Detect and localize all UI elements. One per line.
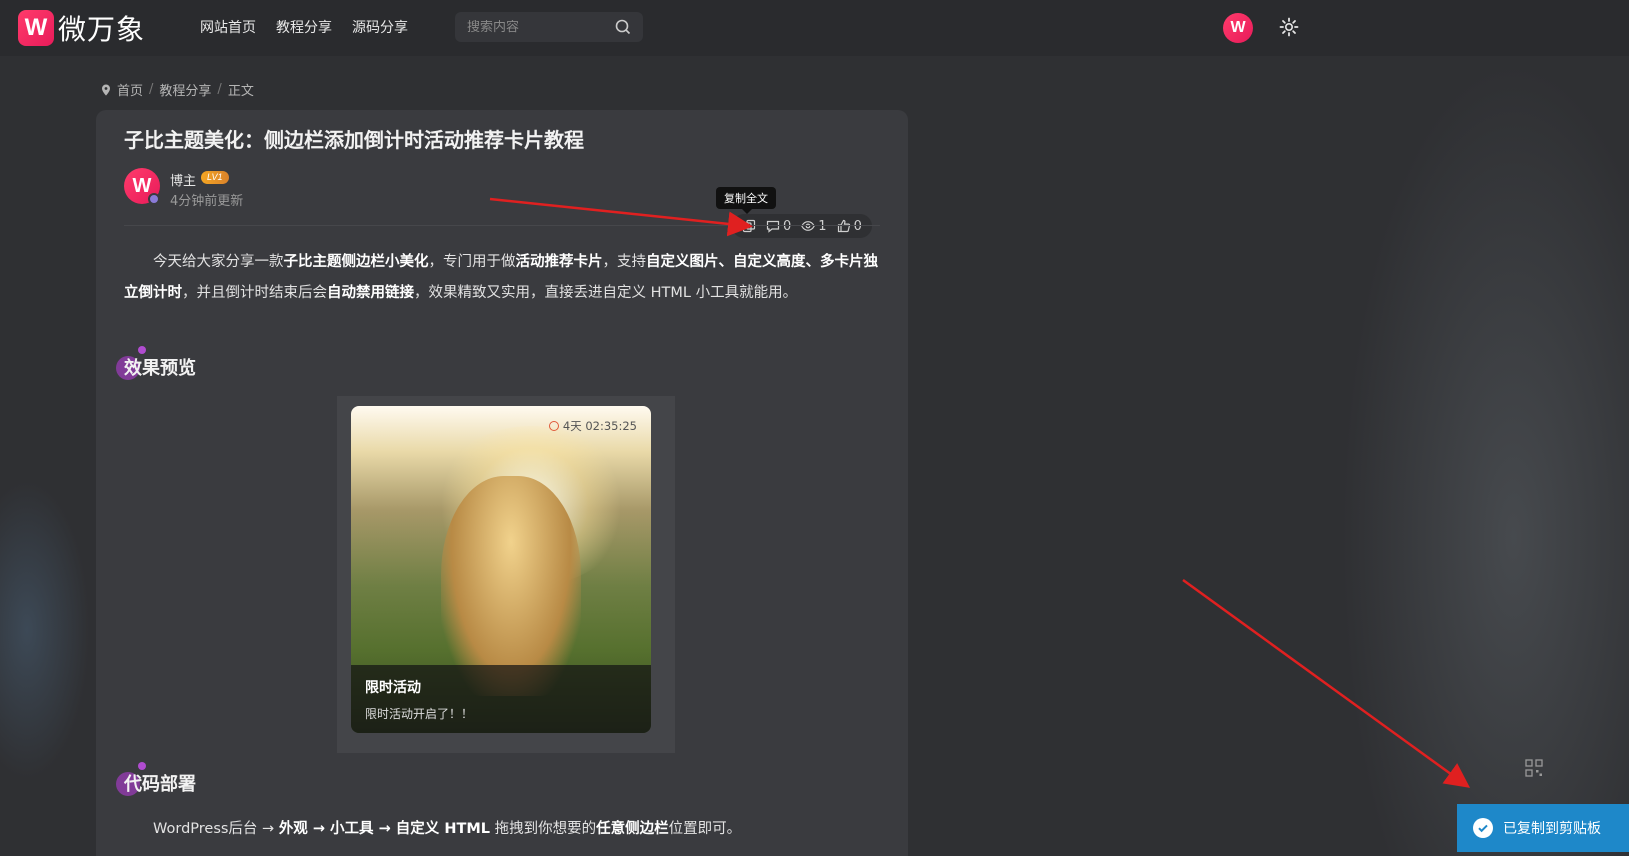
deploy-bold: 外观 → 小工具 → 自定义 HTML [278,821,491,837]
header-divider [124,225,880,226]
copy-tooltip: 复制全文 [716,187,776,214]
check-icon [1473,818,1493,838]
level-badge: LV1 [201,171,229,184]
card-caption-subtitle: 限时活动开启了！！ [365,707,474,721]
breadcrumb-category[interactable]: 教程分享 [159,80,211,99]
eye-icon [801,221,816,231]
qrcode-icon[interactable] [1525,759,1543,777]
breadcrumb-home[interactable]: 首页 [117,80,143,99]
heading-dot-decoration [138,762,146,770]
girl-photo-image [441,476,581,696]
arrow-to-toast [1182,578,1471,788]
search-input[interactable] [467,19,607,35]
left-decoration-illustration [0,480,90,780]
nav-item-home[interactable]: 网站首页 [200,17,256,37]
clock-icon [548,421,559,431]
logo-mark-icon: W [18,10,54,46]
nav-item-tutorials[interactable]: 教程分享 [276,17,332,37]
author-name[interactable]: 博主 [170,170,196,189]
location-pin-icon [102,84,110,95]
countdown-value: 4天 02:35:25 [562,419,637,433]
comment-count[interactable]: 0 [766,219,791,234]
copy-icon [742,219,756,233]
updated-time: 4分钟前更新 [170,194,244,209]
intro-text: 今天给大家分享一款 [153,254,284,270]
like-button[interactable]: 0 [837,219,862,234]
user-avatar[interactable]: W [1223,13,1253,43]
intro-text: ，效果精致又实用，直接丢进自定义 HTML 小工具就能用。 [414,285,798,301]
article-stats: 0 1 0 [732,214,872,238]
search-icon[interactable] [615,19,631,35]
nav-item-source[interactable]: 源码分享 [352,17,408,37]
thumbs-up-icon [837,219,850,233]
breadcrumb-current: 正文 [227,84,254,99]
breadcrumb: 首页 / 教程分享 / 正文 [101,80,254,99]
heading-first-char: 效 [124,358,142,379]
anime-character-illustration [1340,60,1629,856]
deploy-text: 位置即可。 [668,821,742,837]
intro-bold: 活动推荐卡片 [515,254,603,270]
heading-rest: 码部署 [142,774,196,795]
heading-dot-decoration [138,346,146,354]
toast-message: 已复制到剪贴板 [1503,821,1601,837]
intro-text: ，支持 [602,254,647,270]
preview-frame: 4天 02:35:25 限时活动 限时活动开启了！！ [337,396,675,753]
deploy-text: 拖拽到你想要的 [490,821,597,837]
top-header: W 微万象 网站首页 教程分享 源码分享 W [0,0,1629,56]
comment-icon [766,220,780,233]
section-heading-deploy: 代码部署 [116,762,196,796]
article-card: 子比主题美化：侧边栏添加倒计时活动推荐卡片教程 W 博主 LV1 4分钟前更新 … [96,110,908,856]
heading-first-char: 代 [124,774,142,795]
breadcrumb-separator: / [149,82,154,97]
section-heading-preview: 效果预览 [116,346,196,380]
breadcrumb-separator: / [217,82,222,97]
theme-toggle-gear-icon[interactable] [1279,17,1299,37]
copy-full-text-button[interactable] [742,219,756,233]
card-caption-title: 限时活动 [365,680,421,696]
intro-text: ，专门用于做 [428,254,516,270]
activity-card-preview[interactable]: 4天 02:35:25 限时活动 限时活动开启了！！ [351,406,651,733]
copied-toast: 已复制到剪贴板 [1457,804,1629,852]
heading-rest: 果预览 [142,358,196,379]
site-logo[interactable]: W 微万象 [18,9,145,47]
search-box [455,12,643,42]
main-nav: 网站首页 教程分享 源码分享 [200,17,408,37]
like-count-value: 0 [853,218,862,234]
view-count: 1 [801,218,827,234]
deploy-text: WordPress后台 → [153,821,279,837]
deploy-bold: 任意侧边栏 [596,821,669,837]
intro-bold: 子比主题侧边栏小美化 [283,254,429,270]
intro-paragraph: 今天给大家分享一款子比主题侧边栏小美化，专门用于做活动推荐卡片，支持自定义图片、… [124,247,880,309]
view-count-value: 1 [818,218,827,234]
verified-badge-icon [148,193,160,205]
deploy-paragraph: WordPress后台 → 外观 → 小工具 → 自定义 HTML 拖拽到你想要… [124,817,880,838]
comment-count-value: 0 [783,218,792,234]
article-title: 子比主题美化：侧边栏添加倒计时活动推荐卡片教程 [124,128,584,152]
intro-bold: 自动禁用链接 [327,285,414,301]
intro-text: ，并且倒计时结束后会 [182,285,327,301]
card-caption: 限时活动 限时活动开启了！！ [351,665,651,733]
countdown-timer: 4天 02:35:25 [548,418,637,434]
logo-text: 微万象 [58,13,146,46]
